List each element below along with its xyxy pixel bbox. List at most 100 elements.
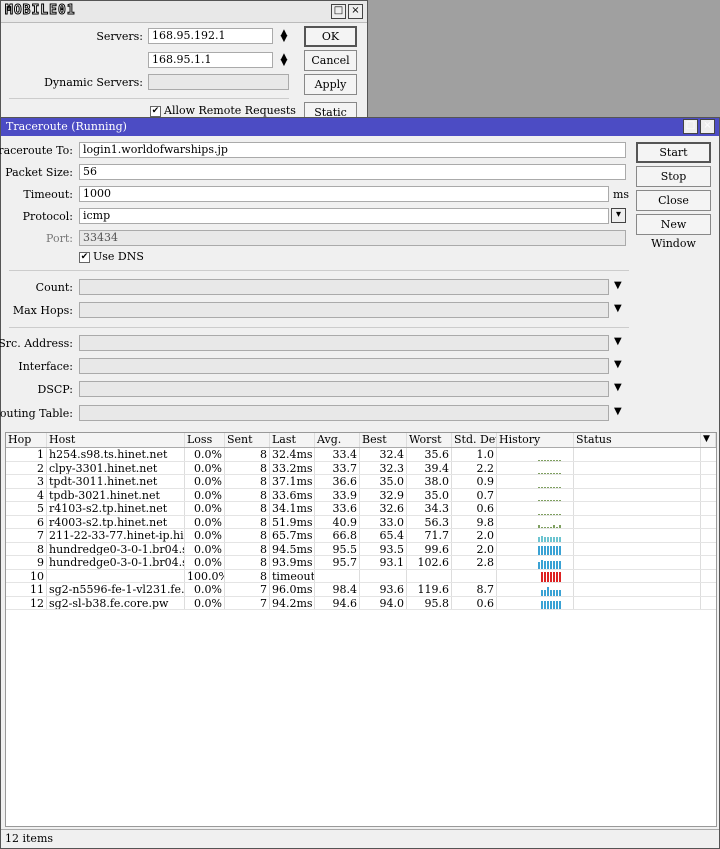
history-bar bbox=[538, 486, 540, 488]
history-bar bbox=[541, 546, 543, 555]
allow-remote-checkbox[interactable]: ✔ Allow Remote Requests bbox=[150, 104, 296, 117]
column-header[interactable]: Status bbox=[574, 433, 701, 447]
dns-settings-window: MOBILE01 □ × Servers: 168.95.192.1 ▲ ▼ 168… bbox=[0, 0, 368, 123]
sort-arrows-icon[interactable]: ▲ ▼ bbox=[279, 29, 289, 44]
dynamic-servers-label: Dynamic Servers: bbox=[44, 76, 143, 89]
new-window-button[interactable]: New Window bbox=[636, 214, 711, 250]
dynamic-servers-field bbox=[148, 74, 289, 90]
table-row[interactable]: 4 tpdb-3021.hinet.net 0.0% 8 33.6ms 33.9 32.9 3… bbox=[6, 488, 716, 502]
history-bar bbox=[559, 459, 561, 461]
cell: 2.2 bbox=[452, 461, 497, 474]
packet-size-input[interactable]: 56 bbox=[79, 164, 626, 180]
table-row[interactable]: 6 r4003-s2.tp.hinet.net 0.0% 8 51.9ms 40.9 33.… bbox=[6, 515, 716, 529]
table-row[interactable]: 12 sg2-sl-b38.fe.core.pw 0.0% 7 94.2ms 94.6 94… bbox=[6, 596, 716, 610]
ok-button[interactable]: OK bbox=[304, 26, 357, 47]
column-header[interactable]: Hop bbox=[6, 433, 47, 447]
cell bbox=[315, 569, 360, 582]
column-header[interactable]: Last bbox=[270, 433, 315, 447]
history-bar bbox=[556, 546, 558, 555]
table-row[interactable]: 7211-22-33-77.hinet-ip.hinet.0.0%865.7ms… bbox=[6, 529, 716, 543]
history-bar bbox=[559, 536, 561, 542]
cell: 35.6 bbox=[407, 448, 452, 461]
dropdown-icon[interactable]: ▾ bbox=[611, 208, 626, 223]
table-row[interactable]: 2 clpy-3301.hinet.net 0.0% 8 33.2ms 33.7 32.3 3… bbox=[6, 461, 716, 475]
cell: 33.4 bbox=[315, 448, 360, 461]
maximize-icon[interactable]: □ bbox=[331, 4, 346, 19]
protocol-label: Protocol: bbox=[22, 210, 73, 223]
column-header[interactable]: Sent bbox=[225, 433, 270, 447]
dscp-input[interactable] bbox=[79, 381, 609, 397]
history-bar bbox=[541, 459, 543, 461]
cancel-button[interactable]: Cancel bbox=[304, 50, 357, 71]
routing-table-input[interactable] bbox=[79, 405, 609, 421]
cell: 39.4 bbox=[407, 461, 452, 474]
close-button[interactable]: Close bbox=[636, 190, 711, 211]
table-row[interactable]: 9hundredge0-3-0-1.br04.sin0...0.0%893.9m… bbox=[6, 556, 716, 570]
dropdown-icon[interactable]: ▼ bbox=[614, 303, 622, 314]
count-input[interactable] bbox=[79, 279, 609, 295]
column-header[interactable]: Avg. bbox=[315, 433, 360, 447]
cell: 32.3 bbox=[360, 461, 407, 474]
table-row[interactable]: 11sg2-n5596-fe-1-vl231.fe.cor...0.0%796.… bbox=[6, 583, 716, 597]
dropdown-icon[interactable]: ▼ bbox=[614, 280, 622, 291]
dropdown-icon[interactable]: ▼ bbox=[614, 382, 622, 393]
timeout-input[interactable]: 1000 bbox=[79, 186, 609, 202]
start-button[interactable]: Start bbox=[636, 142, 711, 163]
table-row[interactable]: 1 h254.s98.ts.hinet.net 0.0% 8 32.4ms 33.4 32.… bbox=[6, 448, 716, 462]
apply-button[interactable]: Apply bbox=[304, 74, 357, 95]
traceroute-to-input[interactable]: login1.worldofwarships.jp bbox=[79, 142, 626, 158]
status-cell bbox=[574, 583, 701, 596]
cell: 9 bbox=[6, 556, 47, 569]
history-bar bbox=[544, 527, 546, 528]
close-icon[interactable]: × bbox=[700, 119, 715, 134]
column-header[interactable]: Worst bbox=[407, 433, 452, 447]
history-bar bbox=[538, 513, 540, 515]
column-header[interactable]: Std. Dev. bbox=[452, 433, 497, 447]
status-cell bbox=[574, 461, 701, 474]
cell: hundredge0-3-0-1.br04.sin0... bbox=[47, 542, 185, 555]
maximize-icon[interactable]: □ bbox=[683, 119, 698, 134]
history-bar bbox=[544, 500, 546, 501]
interface-input[interactable] bbox=[79, 358, 609, 374]
history-bar bbox=[538, 536, 540, 542]
cell: 66.8 bbox=[315, 529, 360, 542]
cell: 32.9 bbox=[360, 488, 407, 501]
cell: 0.0% bbox=[185, 502, 225, 515]
history-bar bbox=[544, 513, 546, 515]
dropdown-icon[interactable]: ▼ bbox=[614, 406, 622, 417]
history-bar bbox=[550, 513, 552, 515]
use-dns-checkbox[interactable]: ✔ Use DNS bbox=[79, 250, 144, 263]
table-row[interactable]: 8hundredge0-3-0-1.br04.sin0...0.0%894.5m… bbox=[6, 542, 716, 556]
dropdown-icon[interactable]: ▼ bbox=[614, 336, 622, 347]
stop-button[interactable]: Stop bbox=[636, 166, 711, 187]
table-row[interactable]: 3 tpdt-3011.hinet.net 0.0% 8 37.1ms 36.6 35.0 3… bbox=[6, 475, 716, 489]
close-icon[interactable]: × bbox=[348, 4, 363, 19]
column-header[interactable]: Best bbox=[360, 433, 407, 447]
history-sparkline bbox=[497, 556, 574, 569]
table-row[interactable]: 10 100.0% 8 timeout bbox=[6, 569, 716, 583]
server-2-input[interactable]: 168.95.1.1 bbox=[148, 52, 273, 68]
history-bar bbox=[547, 546, 549, 555]
server-1-input[interactable]: 168.95.192.1 bbox=[148, 28, 273, 44]
history-sparkline bbox=[497, 502, 574, 515]
cell: 32.4 bbox=[360, 448, 407, 461]
column-menu-icon[interactable]: ▼ bbox=[701, 433, 716, 447]
history-sparkline bbox=[497, 461, 574, 474]
column-header[interactable]: Host bbox=[47, 433, 185, 447]
max-hops-input[interactable] bbox=[79, 302, 609, 318]
src-address-input[interactable] bbox=[79, 335, 609, 351]
table-row[interactable]: 5 r4103-s2.tp.hinet.net 0.0% 8 34.1ms 33.6 32.… bbox=[6, 502, 716, 516]
cell bbox=[407, 569, 452, 582]
history-bar bbox=[544, 536, 546, 542]
history-bar bbox=[550, 473, 552, 474]
cell: r4003-s2.tp.hinet.net bbox=[47, 515, 185, 528]
cell: 33.9 bbox=[315, 488, 360, 501]
column-header[interactable]: Loss bbox=[185, 433, 225, 447]
sort-arrows-icon[interactable]: ▲ ▼ bbox=[279, 53, 289, 68]
history-bar bbox=[538, 459, 540, 461]
cell: 8 bbox=[225, 502, 270, 515]
dropdown-icon[interactable]: ▼ bbox=[614, 359, 622, 370]
history-sparkline bbox=[497, 583, 574, 596]
column-header[interactable]: History bbox=[497, 433, 574, 447]
protocol-select[interactable]: icmp bbox=[79, 208, 609, 224]
